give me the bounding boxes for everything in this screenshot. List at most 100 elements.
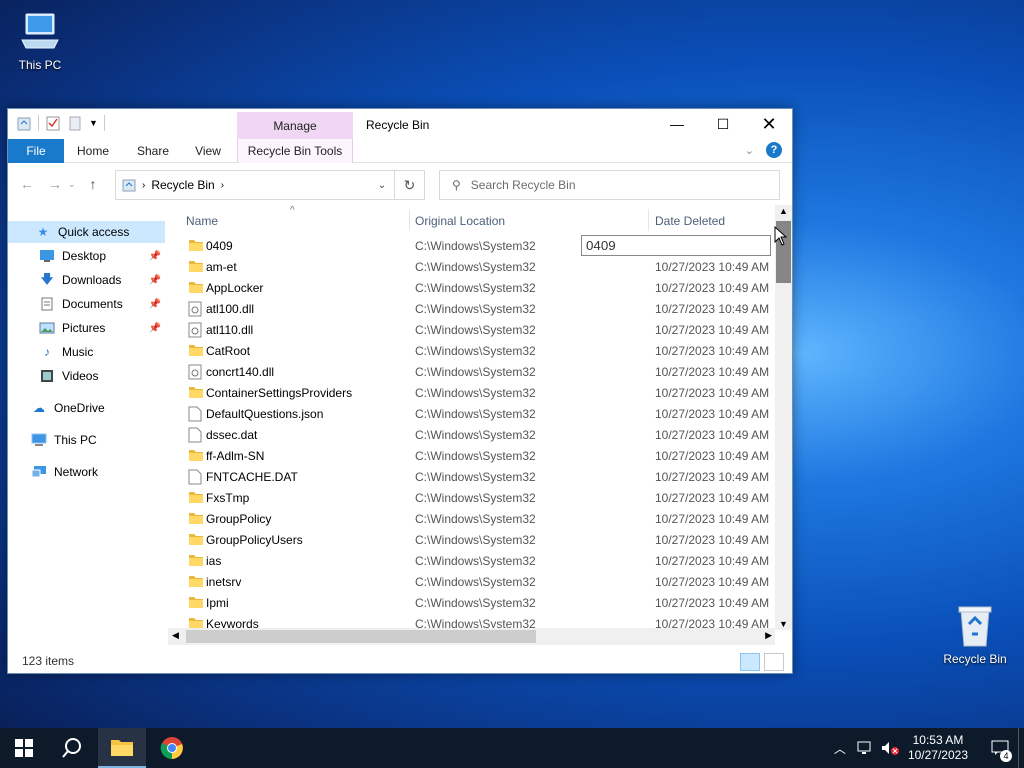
clock[interactable]: 10:53 AM 10/27/2023 bbox=[908, 733, 968, 763]
nav-item-pictures[interactable]: Pictures 📌 bbox=[8, 317, 165, 339]
tab-recycle-bin-tools[interactable]: Recycle Bin Tools bbox=[237, 139, 353, 163]
recent-dropdown-icon[interactable]: ⌄ bbox=[68, 179, 76, 192]
column-headers: Name ^ Original Location Date Deleted bbox=[168, 205, 780, 235]
file-location: C:\Windows\System32 bbox=[415, 553, 536, 568]
table-row[interactable]: AppLocker C:\Windows\System32 10/27/2023 1… bbox=[168, 277, 780, 298]
table-row[interactable]: atl100.dll C:\Windows\System32 10/27/2023 … bbox=[168, 298, 780, 319]
table-row[interactable]: FNTCACHE.DAT C:\Windows\System32 10/27/202… bbox=[168, 466, 780, 487]
nav-item-music[interactable]: ♪ Music bbox=[8, 341, 165, 363]
tab-view[interactable]: View bbox=[184, 139, 232, 163]
file-explorer-taskbar-button[interactable] bbox=[98, 728, 146, 768]
new-folder-icon[interactable] bbox=[67, 115, 83, 131]
show-desktop-button[interactable] bbox=[1018, 728, 1024, 768]
table-row[interactable]: GroupPolicy C:\Windows\System32 10/27/2023… bbox=[168, 508, 780, 529]
table-row[interactable]: inetsrv C:\Windows\System32 10/27/2023 10:… bbox=[168, 571, 780, 592]
nav-label: Downloads bbox=[62, 273, 122, 287]
help-icon[interactable]: ? bbox=[766, 142, 782, 158]
desktop-icon-recycle-bin[interactable]: Recycle Bin bbox=[935, 602, 1015, 666]
details-view-button[interactable] bbox=[740, 653, 760, 671]
forward-arrow-icon[interactable]: → bbox=[48, 176, 62, 192]
file-name: ff-Adlm-SN bbox=[206, 448, 265, 463]
tab-file[interactable]: File bbox=[8, 139, 64, 163]
vertical-scrollbar[interactable]: ▲ ▼ bbox=[775, 205, 792, 630]
minimize-button[interactable]: — bbox=[654, 109, 700, 139]
maximize-button[interactable]: ☐ bbox=[700, 109, 746, 139]
address-bar[interactable]: › Recycle Bin › ⌄ ↻ bbox=[115, 170, 425, 200]
tab-manage[interactable]: Manage bbox=[237, 112, 353, 139]
nav-item-this-pc[interactable]: This PC bbox=[8, 429, 165, 451]
table-row[interactable]: DefaultQuestions.json C:\Windows\System32… bbox=[168, 403, 780, 424]
explorer-window: ▼ Manage Recycle Bin — ☐ ✕ File Home Sha… bbox=[7, 108, 793, 674]
folder-icon bbox=[188, 238, 204, 255]
properties-icon[interactable] bbox=[45, 115, 61, 131]
folder-icon bbox=[188, 343, 204, 360]
nav-item-videos[interactable]: Videos bbox=[8, 365, 165, 387]
scroll-down-icon[interactable]: ▼ bbox=[779, 619, 788, 629]
folder-icon bbox=[188, 532, 204, 549]
tab-share[interactable]: Share bbox=[128, 139, 178, 163]
pin-icon[interactable]: 📌 bbox=[149, 275, 161, 286]
start-button[interactable] bbox=[0, 728, 48, 768]
table-row[interactable]: GroupPolicyUsers C:\Windows\System32 10/27… bbox=[168, 529, 780, 550]
table-row[interactable]: Ipmi C:\Windows\System32 10/27/2023 10:49 … bbox=[168, 592, 780, 613]
scroll-right-icon[interactable]: ▶ bbox=[765, 630, 772, 641]
close-button[interactable]: ✕ bbox=[746, 109, 792, 139]
nav-item-desktop[interactable]: Desktop 📌 bbox=[8, 245, 165, 267]
folder-icon bbox=[188, 448, 204, 465]
desktop-icon-this-pc[interactable]: This PC bbox=[0, 10, 80, 72]
nav-label: OneDrive bbox=[54, 401, 105, 415]
search-box[interactable]: ⚲ Search Recycle Bin bbox=[439, 170, 780, 200]
breadcrumb-chevron-icon[interactable]: › bbox=[142, 180, 145, 191]
scrollbar-thumb[interactable] bbox=[186, 630, 536, 643]
file-date: 10/27/2023 10:49 AM bbox=[655, 448, 770, 463]
column-header-location[interactable]: Original Location bbox=[415, 214, 505, 228]
column-header-date[interactable]: Date Deleted bbox=[655, 214, 725, 228]
column-header-name[interactable]: Name bbox=[186, 214, 218, 228]
search-button[interactable] bbox=[48, 728, 96, 768]
table-row[interactable]: FxsTmp C:\Windows\System32 10/27/2023 10:4… bbox=[168, 487, 780, 508]
address-dropdown-icon[interactable]: ⌄ bbox=[370, 180, 394, 191]
table-row[interactable]: ff-Adlm-SN C:\Windows\System32 10/27/2023 … bbox=[168, 445, 780, 466]
horizontal-scrollbar[interactable]: ◀ ▶ bbox=[168, 628, 775, 645]
show-hidden-icons-icon[interactable]: ︿ bbox=[834, 740, 846, 757]
table-row[interactable]: am-et C:\Windows\System32 10/27/2023 10:49… bbox=[168, 256, 780, 277]
network-icon[interactable] bbox=[856, 740, 874, 756]
expand-ribbon-icon[interactable]: ⌄ bbox=[745, 144, 754, 157]
notifications-button[interactable]: 4 bbox=[982, 728, 1018, 768]
file-name: ContainerSettingsProviders bbox=[206, 385, 353, 400]
chrome-taskbar-button[interactable] bbox=[148, 728, 196, 768]
nav-item-onedrive[interactable]: ☁ OneDrive bbox=[8, 397, 165, 419]
table-row[interactable]: ContainerSettingsProviders C:\Windows\Sys… bbox=[168, 382, 780, 403]
breadcrumb-chevron-icon[interactable]: › bbox=[221, 180, 224, 191]
table-row[interactable]: concrt140.dll C:\Windows\System32 10/27/20… bbox=[168, 361, 780, 382]
qat-dropdown-icon[interactable]: ▼ bbox=[89, 118, 98, 128]
scroll-up-icon[interactable]: ▲ bbox=[779, 206, 788, 216]
folder-icon bbox=[188, 385, 204, 402]
volume-muted-icon[interactable] bbox=[880, 740, 900, 756]
scroll-left-icon[interactable]: ◀ bbox=[172, 630, 179, 641]
refresh-icon[interactable]: ↻ bbox=[394, 171, 424, 199]
nav-item-downloads[interactable]: 🡇 Downloads 📌 bbox=[8, 269, 165, 291]
table-row[interactable]: atl110.dll C:\Windows\System32 10/27/2023 … bbox=[168, 319, 780, 340]
pin-icon[interactable]: 📌 bbox=[149, 299, 161, 310]
tab-home[interactable]: Home bbox=[68, 139, 118, 163]
rename-input[interactable] bbox=[581, 235, 771, 256]
file-location: C:\Windows\System32 bbox=[415, 532, 536, 547]
nav-item-documents[interactable]: Documents 📌 bbox=[8, 293, 165, 315]
pin-icon[interactable]: 📌 bbox=[149, 251, 161, 262]
title-bar[interactable]: ▼ Manage Recycle Bin — ☐ ✕ bbox=[8, 109, 792, 139]
file-location: C:\Windows\System32 bbox=[415, 595, 536, 610]
folder-icon bbox=[111, 740, 133, 756]
breadcrumb-recycle-bin[interactable]: Recycle Bin bbox=[151, 178, 214, 192]
pin-icon[interactable]: 📌 bbox=[149, 323, 161, 334]
table-row[interactable]: dssec.dat C:\Windows\System32 10/27/2023 1… bbox=[168, 424, 780, 445]
nav-item-network[interactable]: Network bbox=[8, 461, 165, 483]
large-icons-view-button[interactable] bbox=[764, 653, 784, 671]
table-row[interactable]: CatRoot C:\Windows\System32 10/27/2023 10:… bbox=[168, 340, 780, 361]
clock-time: 10:53 AM bbox=[912, 733, 964, 747]
back-arrow-icon[interactable]: ← bbox=[20, 176, 34, 192]
navigation-pane: ★ Quick access Desktop 📌 🡇 Downloads 📌 D… bbox=[8, 205, 168, 645]
nav-item-quick-access[interactable]: ★ Quick access bbox=[8, 221, 165, 243]
up-arrow-icon[interactable]: ↑ bbox=[90, 176, 97, 192]
table-row[interactable]: ias C:\Windows\System32 10/27/2023 10:49 A… bbox=[168, 550, 780, 571]
